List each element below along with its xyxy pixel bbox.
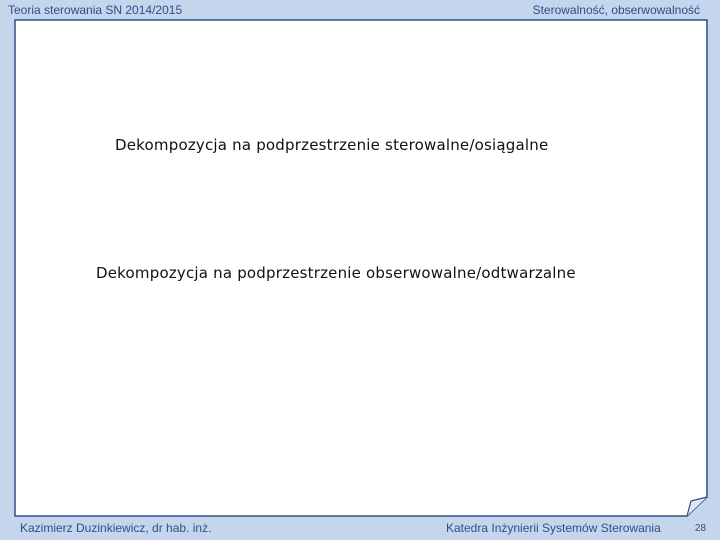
header-topic: Sterowalność, obserwowalność <box>532 3 700 17</box>
footer-department: Katedra Inżynierii Systemów Sterowania <box>446 521 661 535</box>
header-course-title: Teoria sterowania SN 2014/2015 <box>8 3 183 17</box>
slide-paper: Dekompozycja na podprzestrzenie sterowal… <box>14 19 708 517</box>
decomposition-controllable-heading: Dekompozycja na podprzestrzenie sterowal… <box>115 136 549 154</box>
decomposition-observable-heading: Dekompozycja na podprzestrzenie obserwow… <box>96 264 576 282</box>
footer-author: Kazimierz Duzinkiewicz, dr hab. inż. <box>20 521 212 535</box>
page-number: 28 <box>694 523 706 534</box>
